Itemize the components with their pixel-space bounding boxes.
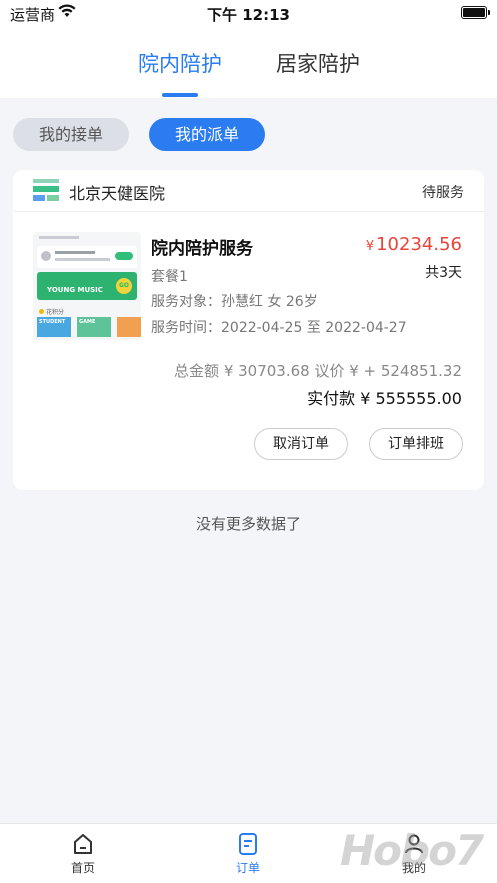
- service-duration: 共3天: [425, 265, 462, 281]
- watermark-logo: Hobo7: [340, 826, 484, 875]
- order-status: 待服务: [422, 185, 464, 201]
- service-price: ¥10234.56: [366, 234, 462, 255]
- tab-hospital-care[interactable]: 院内陪护: [138, 48, 222, 78]
- thumbnail-go-badge: GO: [116, 278, 132, 294]
- clock: 下午 12:13: [207, 6, 290, 24]
- paid-amount: 实付款 ¥ 555555.00: [307, 389, 462, 408]
- order-icon: [239, 833, 257, 855]
- thumbnail-section-label: 花积分: [39, 307, 64, 316]
- cancel-order-button[interactable]: 取消订单: [254, 428, 348, 460]
- my-dispatched-orders-pill[interactable]: 我的派单: [149, 118, 265, 151]
- service-title: 院内陪护服务: [151, 239, 253, 259]
- nav-orders[interactable]: 订单: [218, 832, 278, 876]
- schedule-order-button[interactable]: 订单排班: [369, 428, 463, 460]
- nav-home[interactable]: 首页: [53, 832, 113, 876]
- battery-icon: [461, 6, 490, 19]
- amount-summary: 总金额 ¥ 30703.68 议价 ¥ + 524851.32: [174, 362, 462, 380]
- home-icon: [74, 834, 92, 854]
- thumbnail-tile-1: STUDENT: [39, 319, 66, 325]
- thumbnail-banner-text: YOUNG MUSIC: [47, 286, 103, 294]
- service-time: 服务时间：2022-04-25 至 2022-04-27: [151, 320, 407, 336]
- order-card-header: 北京天健医院 待服务: [13, 170, 484, 212]
- status-bar: 运营商 下午 12:13: [0, 0, 497, 26]
- thumbnail-banner: YOUNG MUSIC GO: [37, 272, 137, 300]
- price-currency: ¥: [365, 239, 375, 254]
- list-end-text: 没有更多数据了: [195, 515, 301, 533]
- hospital-logo: [33, 179, 59, 201]
- service-target: 服务对象：孙慧红 女 26岁: [151, 294, 318, 310]
- tab-indicator: [162, 93, 198, 97]
- service-thumbnail: YOUNG MUSIC GO 花积分 STUDENT GAME: [33, 232, 141, 340]
- nav-orders-label: 订单: [235, 861, 260, 875]
- nav-home-label: 首页: [70, 861, 95, 875]
- my-accepted-orders-pill[interactable]: 我的接单: [13, 118, 129, 151]
- tab-home-care[interactable]: 居家陪护: [276, 48, 360, 78]
- price-value: 10234.56: [376, 234, 462, 255]
- top-tabs: 院内陪护 居家陪护: [0, 26, 497, 98]
- thumbnail-tile-2: GAME: [79, 319, 96, 325]
- service-package: 套餐1: [151, 269, 188, 285]
- order-card[interactable]: 北京天健医院 待服务 YOUNG MUSIC GO 花积分 STUDENT GA…: [13, 170, 484, 490]
- hospital-name: 北京天健医院: [69, 184, 166, 203]
